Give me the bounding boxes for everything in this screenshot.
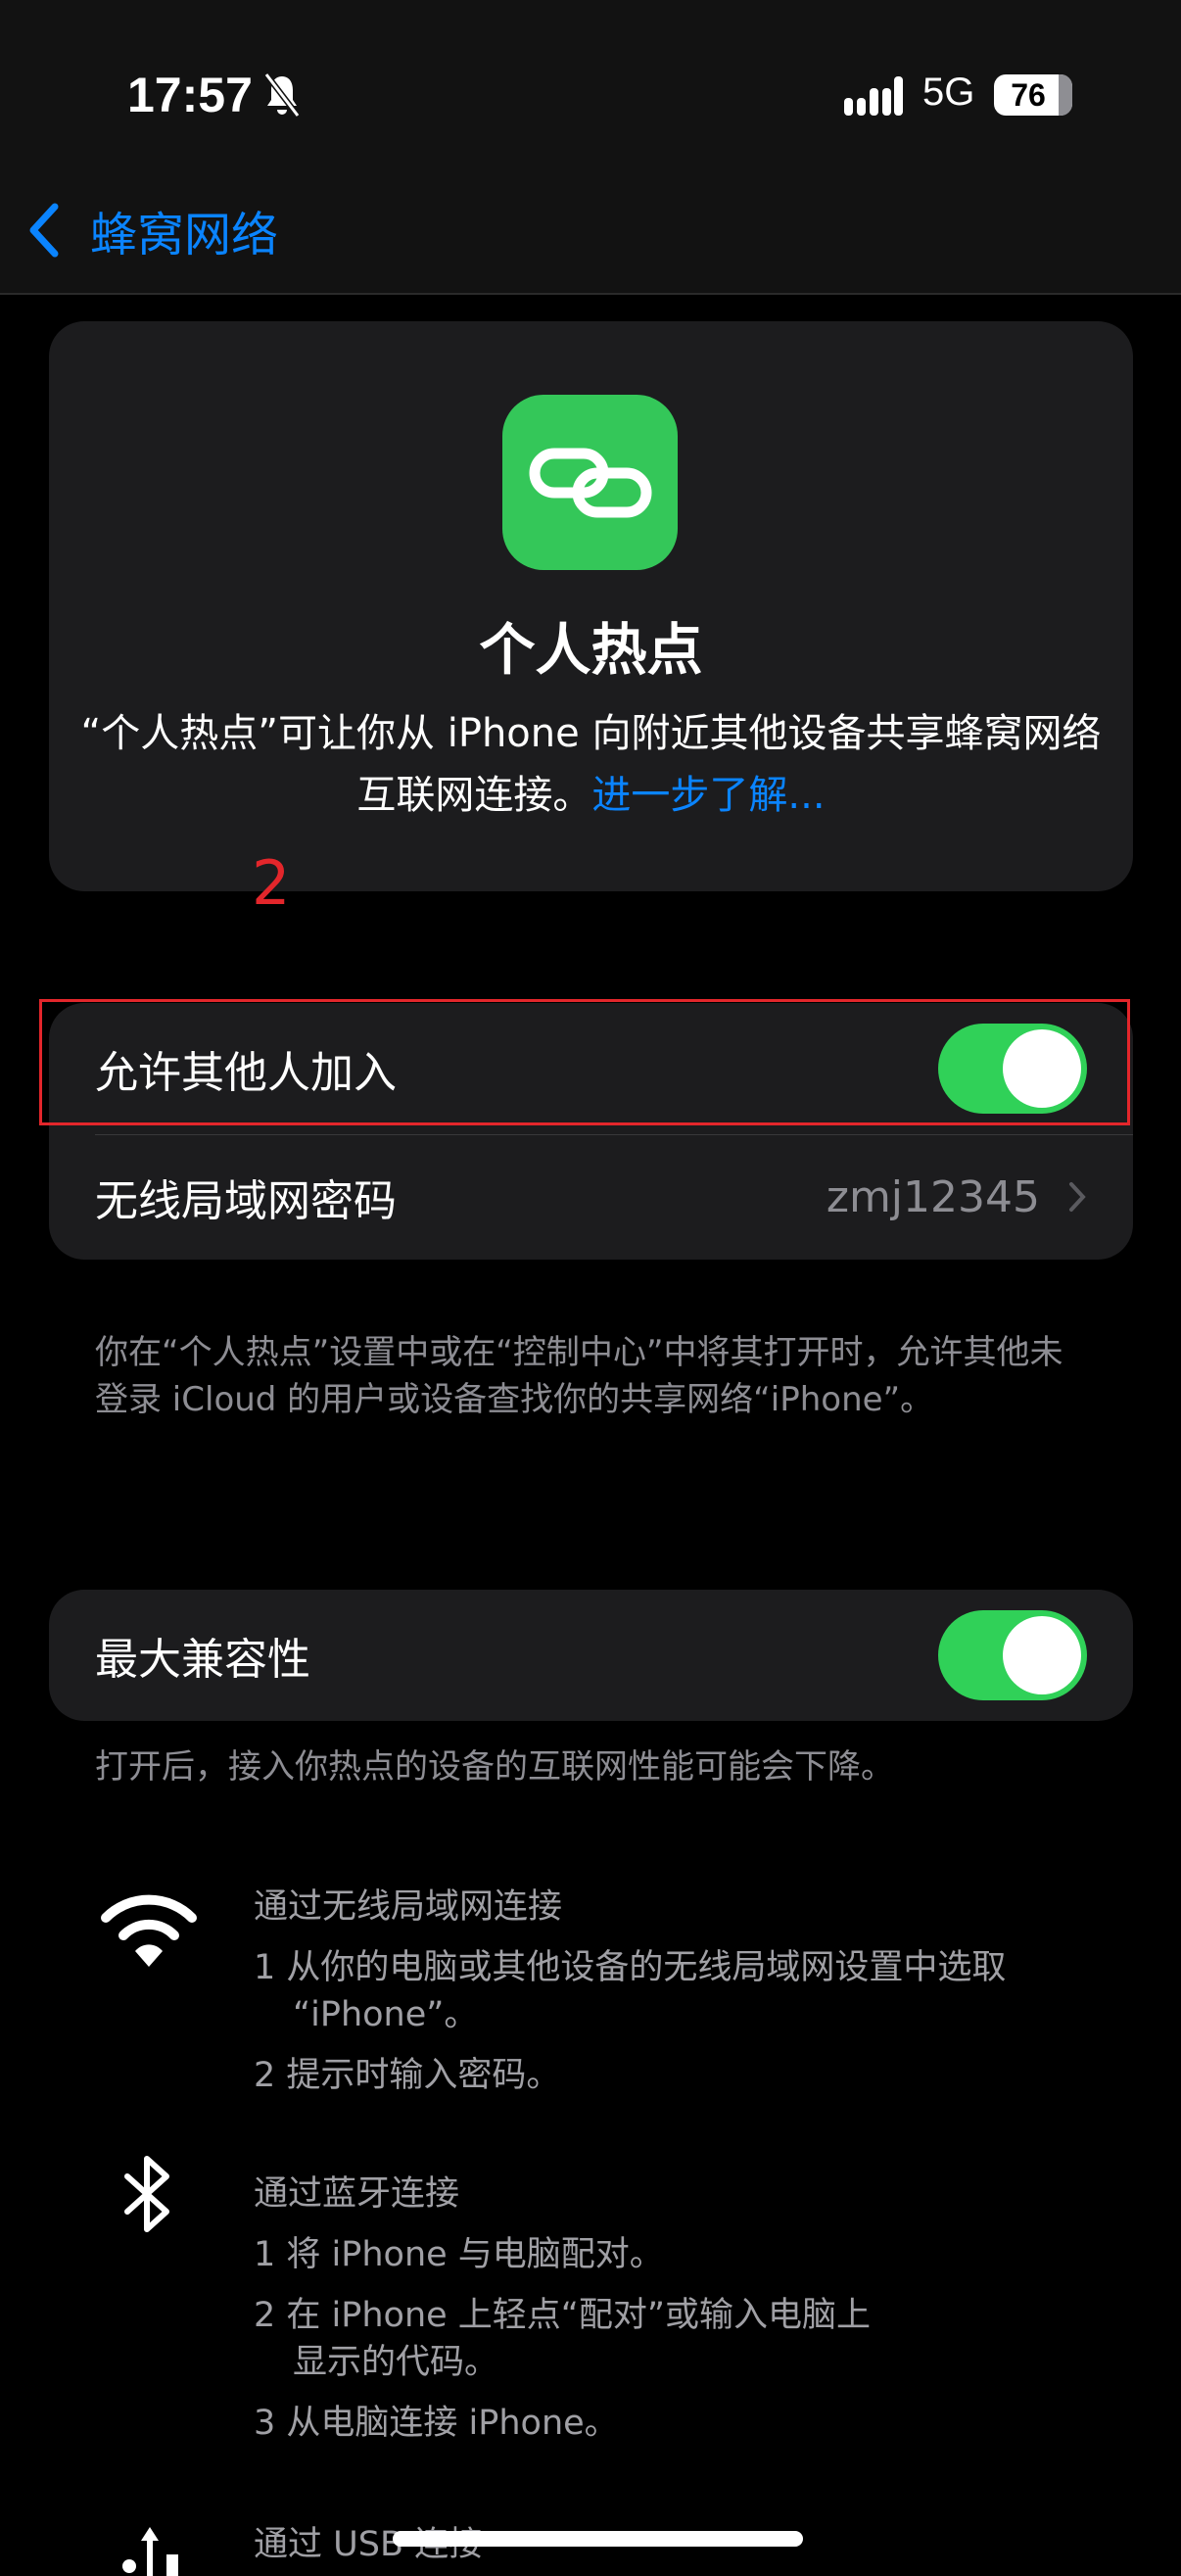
hotspot-info-card: 个人热点 “个人热点”可让你从 iPhone 向附近其他设备共享蜂窝网络互联网连… [49, 321, 1133, 891]
chevron-left-icon [29, 203, 59, 258]
wifi-icon [101, 1894, 197, 1967]
bt-step: 2 在 iPhone 上轻点“配对”或输入电脑上 [254, 2296, 872, 2335]
home-indicator[interactable] [393, 2531, 803, 2547]
wifi-section-title: 通过无线局域网连接 [254, 1887, 563, 1927]
annotation-highlight-box [39, 999, 1130, 1125]
annotation-number: 2 [252, 847, 291, 919]
max-compat-row: 最大兼容性 [49, 1590, 1133, 1721]
bt-step-cont: 显示的代码。 [293, 2343, 499, 2382]
usb-icon [122, 2527, 178, 2576]
cellular-signal-icon [844, 76, 903, 116]
top-bar: 17:57 5G 76 蜂窝网络 [0, 0, 1181, 295]
wifi-step-cont: “iPhone”。 [293, 1995, 479, 2034]
wifi-step: 1 从你的电脑或其他设备的无线局域网设置中选取 [254, 1948, 1007, 1987]
hero-description: “个人热点”可让你从 iPhone 向附近其他设备共享蜂窝网络互联网连接。进一步… [78, 703, 1104, 827]
wifi-password-row[interactable]: 无线局域网密码 zmj12345 [49, 1134, 1133, 1260]
max-compat-toggle[interactable] [938, 1610, 1087, 1700]
chevron-right-icon [1069, 1182, 1086, 1212]
wifi-instructions: 通过无线局域网连接 1 从你的电脑或其他设备的无线局域网设置中选取 “iPhon… [254, 1884, 1135, 2113]
link-icon [502, 395, 678, 570]
back-label: 蜂窝网络 [90, 208, 279, 262]
bluetooth-icon [124, 2156, 169, 2232]
bell-slash-icon [263, 72, 301, 118]
wifi-step: 2 提示时输入密码。 [254, 2056, 561, 2095]
bt-step: 1 将 iPhone 与电脑配对。 [254, 2235, 664, 2274]
compatibility-group: 最大兼容性 [49, 1590, 1133, 1721]
network-type: 5G [922, 71, 975, 114]
wifi-password-label: 无线局域网密码 [95, 1176, 397, 1226]
learn-more-link[interactable]: 进一步了解... [591, 773, 825, 818]
bluetooth-instructions: 通过蓝牙连接 1 将 iPhone 与电脑配对。 2 在 iPhone 上轻点“… [254, 2171, 1135, 2460]
group1-footer: 你在“个人热点”设置中或在“控制中心”中将其打开时，允许其他未登录 iCloud… [95, 1333, 1063, 1419]
bt-section-title: 通过蓝牙连接 [254, 2174, 460, 2214]
max-compat-label: 最大兼容性 [95, 1635, 310, 1685]
status-time: 17:57 [127, 68, 253, 122]
battery-indicator: 76 [994, 74, 1072, 116]
page-title: 个人热点 [479, 618, 703, 683]
bt-step: 3 从电脑连接 iPhone。 [254, 2404, 619, 2443]
wifi-password-value: zmj12345 [826, 1171, 1040, 1222]
group2-footer: 打开后，接入你热点的设备的互联网性能可能会下降。 [95, 1747, 894, 1787]
back-button[interactable]: 蜂窝网络 [24, 196, 278, 264]
